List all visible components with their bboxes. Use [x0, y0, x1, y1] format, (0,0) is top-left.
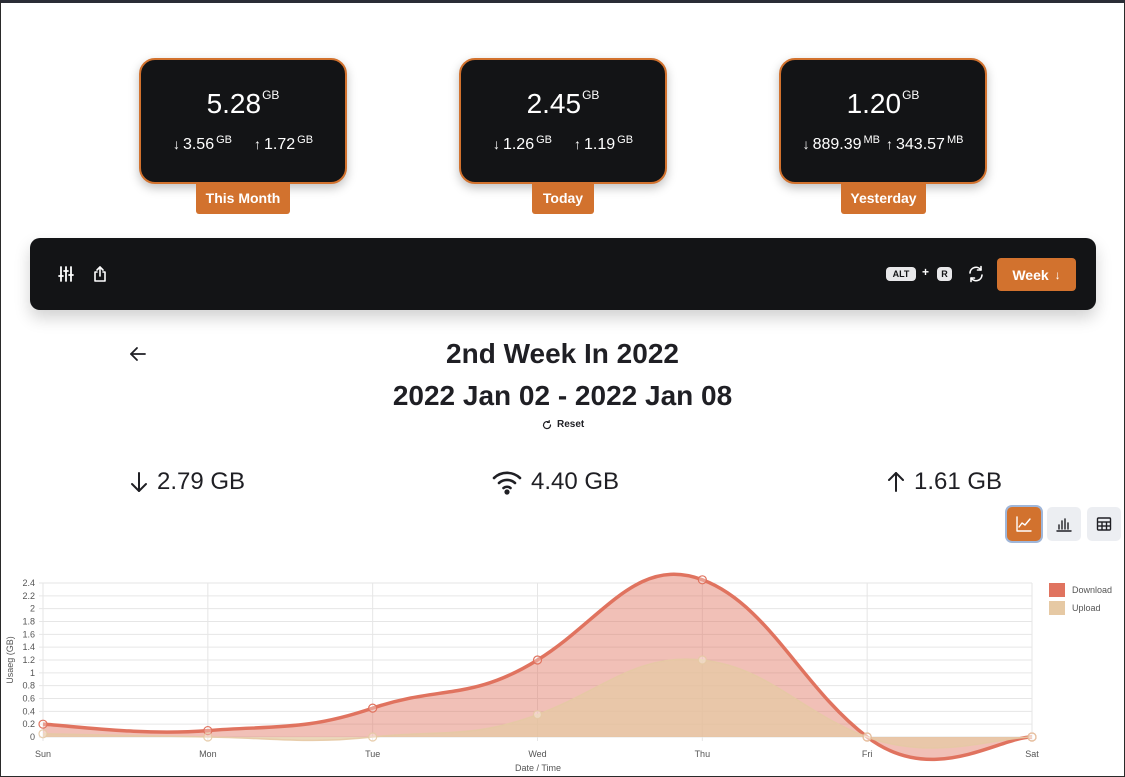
yesterday-download: ↓ 889.39 MB — [802, 134, 880, 153]
legend-label-download: Download — [1072, 585, 1112, 595]
chart-y-ticks: 0 0.2 0.4 0.6 0.8 1 1.2 1.4 1.6 1.8 2 2.2 2.4 — [22, 578, 35, 742]
month-total: 5.28GB — [206, 88, 280, 119]
line-chart-view-button[interactable] — [1007, 507, 1041, 541]
chart-legend: Download Upload — [1049, 583, 1112, 615]
x-tick-label: Sun — [35, 749, 51, 759]
y-tick-label: 1.8 — [22, 617, 35, 627]
summary-total-value: 4.40 GB — [531, 468, 620, 495]
data-point-upload — [203, 732, 213, 742]
yesterday-label[interactable]: Yesterday — [841, 183, 926, 214]
summary-upload: 1.61 GB — [886, 468, 1002, 496]
table-icon — [1096, 517, 1112, 531]
refresh-icon[interactable] — [967, 265, 985, 283]
arrow-down-icon: ↓ — [1054, 267, 1061, 282]
summary-download-value: 2.79 GB — [157, 468, 246, 495]
shortcut-key-alt: ALT — [886, 267, 916, 281]
x-tick-label: Tue — [365, 749, 380, 759]
y-tick-label: 0.8 — [22, 681, 35, 691]
y-tick-label: 0.2 — [22, 719, 35, 729]
data-point-download — [38, 719, 48, 729]
y-tick-label: 2.4 — [22, 578, 35, 588]
today-label[interactable]: Today — [532, 183, 594, 214]
month-upload: ↑ 1.72 GB — [254, 134, 314, 153]
y-tick-label: 2 — [30, 604, 35, 614]
yesterday-upload: ↑ 343.57 MB — [886, 134, 964, 153]
arrow-up-icon: ↑ — [886, 136, 893, 152]
line-chart-icon — [1016, 516, 1032, 532]
today-upload: ↑ 1.19 GB — [574, 134, 634, 153]
today-total: 2.45GB — [526, 88, 600, 119]
x-tick-label: Wed — [528, 749, 546, 759]
shortcut-key-r: R — [937, 267, 952, 281]
data-point-upload — [368, 732, 378, 742]
summary-upload-value: 1.61 GB — [914, 468, 1003, 495]
y-tick-label: 1 — [30, 668, 35, 678]
bar-chart-icon — [1056, 518, 1072, 532]
x-tick-label: Thu — [695, 749, 711, 759]
summary-download: 2.79 GB — [129, 468, 245, 496]
stat-card-yesterday: 1.20GB ↓ 889.39 MB ↑ 343.57 MB — [779, 58, 987, 184]
y-tick-label: 1.4 — [22, 642, 35, 652]
stat-card-this-month: 5.28GB ↓ 3.56 GB ↑ 1.72 GB — [139, 58, 347, 184]
data-point-upload — [697, 655, 707, 665]
legend-swatch-download — [1049, 583, 1065, 597]
x-tick-label: Mon — [199, 749, 217, 759]
sliders-icon[interactable] — [57, 265, 75, 283]
reset-icon — [542, 419, 552, 429]
x-tick-label: Sat — [1025, 749, 1039, 759]
y-tick-label: 1.6 — [22, 629, 35, 639]
share-icon[interactable] — [91, 265, 109, 283]
shortcut-plus: + — [922, 265, 930, 279]
arrow-down-icon — [131, 472, 147, 492]
period-label: Week — [1012, 266, 1049, 283]
arrow-down-icon: ↓ — [172, 136, 180, 152]
period-range: 2022 Jan 02 - 2022 Jan 08 — [392, 380, 733, 411]
this-month-label[interactable]: This Month — [196, 183, 290, 214]
legend-swatch-upload — [1049, 601, 1065, 615]
data-point-download — [368, 703, 378, 713]
data-point-upload — [1027, 732, 1037, 742]
arrow-up-icon: ↑ — [574, 136, 581, 152]
period-select-button[interactable]: Week ↓ — [997, 258, 1076, 291]
data-point-download — [697, 575, 707, 585]
legend-label-upload: Upload — [1072, 603, 1101, 613]
yesterday-total: 1.20GB — [846, 88, 920, 119]
period-title: 2nd Week In 2022 — [446, 338, 679, 369]
month-download: ↓ 3.56 GB — [172, 134, 232, 153]
data-point-upload — [532, 709, 543, 720]
table-view-button[interactable] — [1087, 507, 1121, 541]
y-tick-label: 0 — [30, 732, 35, 742]
usage-chart: 0 0.2 0.4 0.6 0.8 1 1.2 1.4 1.6 1.8 2 2.2 2.4 Sun Mon… — [5, 572, 1112, 773]
y-tick-label: 0.4 — [22, 706, 35, 716]
data-point-upload — [38, 729, 48, 739]
reset-button[interactable]: Reset — [542, 419, 584, 430]
arrow-up-icon — [888, 472, 904, 492]
arrow-up-icon: ↑ — [254, 136, 261, 152]
y-tick-label: 1.2 — [22, 655, 35, 665]
data-point-download — [532, 655, 543, 665]
today-download: ↓ 1.26 GB — [492, 134, 552, 153]
y-tick-label: 2.2 — [22, 591, 35, 601]
reset-label: Reset — [557, 419, 585, 430]
wifi-icon — [492, 471, 522, 495]
x-axis-label: Date / Time — [515, 763, 561, 773]
toolbar: ALT + R Week ↓ — [30, 238, 1096, 310]
y-axis-label: Usaeg (GB) — [5, 636, 15, 684]
x-tick-label: Fri — [862, 749, 873, 759]
arrow-down-icon: ↓ — [802, 136, 810, 152]
y-tick-label: 0.6 — [22, 694, 35, 704]
data-point-upload — [862, 732, 872, 742]
stat-card-today: 2.45GB ↓ 1.26 GB ↑ 1.19 GB — [459, 58, 667, 184]
arrow-down-icon: ↓ — [492, 136, 500, 152]
bar-chart-view-button[interactable] — [1047, 507, 1081, 541]
summary-total: 4.40 GB — [491, 468, 619, 496]
